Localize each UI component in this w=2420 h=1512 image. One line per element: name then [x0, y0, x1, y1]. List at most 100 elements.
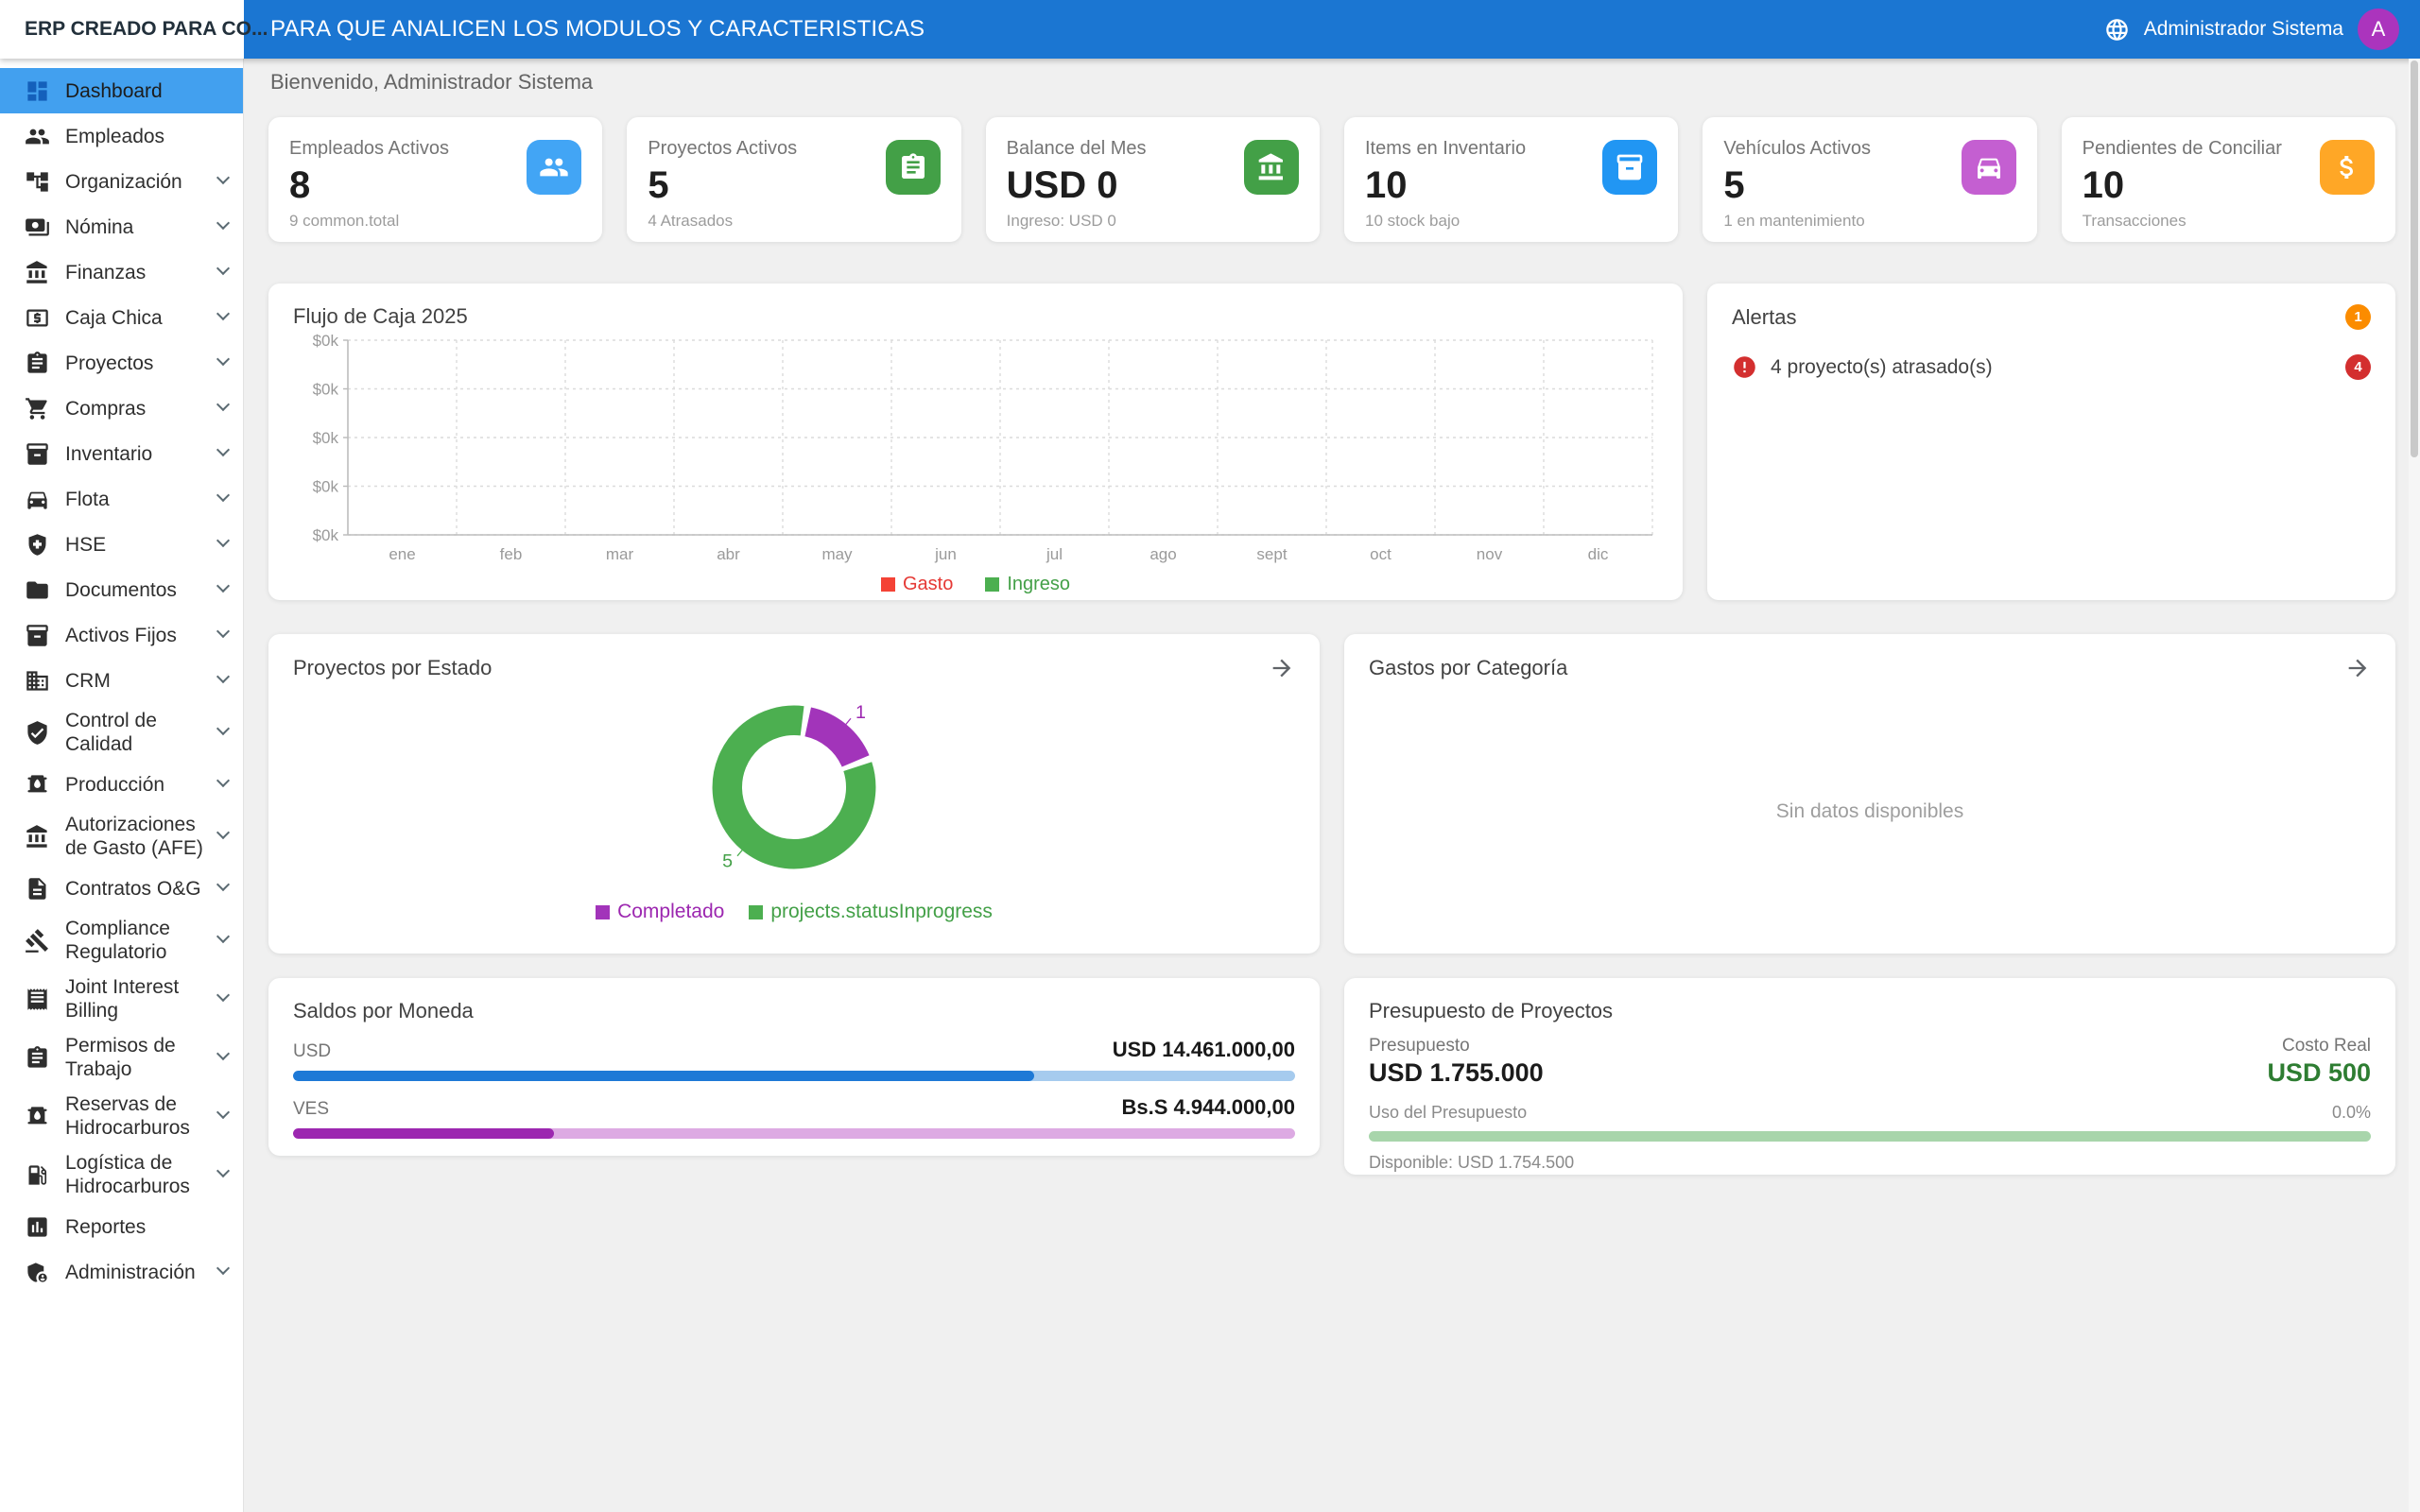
- chevron-down-icon: [218, 266, 230, 278]
- scrollbar-thumb[interactable]: [2411, 60, 2418, 457]
- oil-barrel-icon: [25, 772, 50, 798]
- inventory-icon: [25, 441, 50, 467]
- sidebar-item-logistica[interactable]: Logística de Hidrocarburos: [0, 1145, 243, 1204]
- gavel-icon: [25, 928, 50, 954]
- cashflow-title: Flujo de Caja 2025: [293, 304, 1658, 329]
- budget-amount: USD 1.755.000: [1369, 1058, 1544, 1088]
- budget-card: Presupuesto de Proyectos Presupuesto Cos…: [1344, 978, 2395, 1175]
- chevron-down-icon: [218, 727, 230, 738]
- alert-item[interactable]: 4 proyecto(s) atrasado(s) 4: [1732, 354, 2371, 380]
- sidebar-nav: Dashboard Empleados Organización Nómina …: [0, 59, 244, 1512]
- sidebar-item-inventario[interactable]: Inventario: [0, 431, 243, 476]
- clipboard-icon: [25, 1045, 50, 1071]
- legend-swatch: [985, 577, 999, 592]
- sidebar-item-jib[interactable]: Joint Interest Billing: [0, 970, 243, 1028]
- svg-text:mar: mar: [606, 545, 634, 563]
- svg-text:abr: abr: [717, 545, 740, 563]
- sidebar-item-compras[interactable]: Compras: [0, 386, 243, 431]
- kpi-card-empleados-activos: Empleados Activos 8 9 common.total: [268, 117, 602, 242]
- sidebar-item-organizacion[interactable]: Organización: [0, 159, 243, 204]
- legend-swatch: [881, 577, 895, 592]
- people-icon: [527, 140, 581, 195]
- error-icon: [1732, 354, 1757, 380]
- sidebar-item-permisos[interactable]: Permisos de Trabajo: [0, 1028, 243, 1087]
- bank-icon: [25, 260, 50, 285]
- sidebar-item-administracion[interactable]: Administración: [0, 1249, 243, 1295]
- sidebar-item-compliance[interactable]: Compliance Regulatorio: [0, 911, 243, 970]
- sidebar-item-documentos[interactable]: Documentos: [0, 567, 243, 612]
- budget-label: Presupuesto: [1369, 1036, 1470, 1057]
- alert-text: 4 proyecto(s) atrasado(s): [1771, 356, 1993, 379]
- user-avatar[interactable]: A: [2358, 9, 2399, 50]
- budget-title: Presupuesto de Proyectos: [1369, 999, 2371, 1023]
- currency-amount: Bs.S 4.944.000,00: [1122, 1095, 1295, 1120]
- language-globe-icon[interactable]: [2104, 17, 2130, 43]
- sidebar-item-flota[interactable]: Flota: [0, 476, 243, 522]
- cart-icon: [25, 396, 50, 421]
- cashflow-chart: $0k$0k$0k$0k$0kenefebmarabrmayjunjulagos…: [293, 329, 1658, 565]
- svg-text:ene: ene: [389, 545, 415, 563]
- car-icon: [1962, 140, 2016, 195]
- legend-item[interactable]: projects.statusInprogress: [749, 901, 993, 923]
- people-icon: [25, 124, 50, 149]
- chevron-down-icon: [218, 629, 230, 641]
- sidebar-item-activos-fijos[interactable]: Activos Fijos: [0, 612, 243, 658]
- svg-text:5: 5: [722, 851, 733, 872]
- sidebar-item-reservas[interactable]: Reservas de Hidrocarburos: [0, 1087, 243, 1145]
- svg-text:1: 1: [856, 702, 866, 723]
- chevron-down-icon: [218, 935, 230, 946]
- arrow-forward-icon[interactable]: [2344, 655, 2371, 681]
- app-title: ERP CREADO PARA CO...: [25, 18, 268, 41]
- legend-item[interactable]: Completado: [596, 901, 724, 923]
- page-scrollbar[interactable]: [2409, 59, 2420, 1512]
- sidebar-item-caja-chica[interactable]: Caja Chica: [0, 295, 243, 340]
- sidebar-item-contratos-og[interactable]: Contratos O&G: [0, 866, 243, 911]
- balances-card: Saldos por Moneda USD USD 14.461.000,00 …: [268, 978, 1320, 1156]
- svg-text:may: may: [821, 545, 853, 563]
- clipboard-icon: [25, 351, 50, 376]
- sidebar-item-nomina[interactable]: Nómina: [0, 204, 243, 249]
- legend-item[interactable]: Gasto: [881, 574, 953, 595]
- erp-dashboard: ERP CREADO PARA CO... PARA QUE ANALICEN …: [0, 0, 2420, 1512]
- user-name[interactable]: Administrador Sistema: [2144, 18, 2343, 41]
- sidebar-item-afe[interactable]: Autorizaciones de Gasto (AFE): [0, 807, 243, 866]
- sidebar-item-hse[interactable]: HSE: [0, 522, 243, 567]
- sidebar-item-empleados[interactable]: Empleados: [0, 113, 243, 159]
- folder-icon: [25, 577, 50, 603]
- expenses-title: Gastos por Categoría: [1369, 656, 1567, 680]
- kpi-row: Empleados Activos 8 9 common.total Proye…: [268, 117, 2395, 242]
- receipt-icon: [25, 987, 50, 1012]
- admin-shield-icon: [25, 1260, 50, 1285]
- sidebar-item-reportes[interactable]: Reportes: [0, 1204, 243, 1249]
- legend-label: Gasto: [903, 574, 953, 595]
- real-cost-label: Costo Real: [2282, 1036, 2371, 1057]
- bank-icon: [1244, 140, 1299, 195]
- svg-text:$0k: $0k: [313, 381, 339, 399]
- sidebar-item-finanzas[interactable]: Finanzas: [0, 249, 243, 295]
- usd-progress-fill: [293, 1071, 1034, 1081]
- kpi-card-balance-mes: Balance del Mes USD 0 Ingreso: USD 0: [986, 117, 1320, 242]
- chevron-down-icon: [218, 493, 230, 505]
- cashflow-legend: Gasto Ingreso: [293, 574, 1658, 595]
- row-projects-expenses: Proyectos por Estado 15 Completadoprojec…: [268, 634, 2395, 954]
- sidebar-item-produccion[interactable]: Producción: [0, 762, 243, 807]
- svg-text:jul: jul: [1046, 545, 1063, 563]
- usage-percent: 0.0%: [2332, 1103, 2371, 1123]
- sidebar-item-crm[interactable]: CRM: [0, 658, 243, 703]
- expenses-card: Gastos por Categoría Sin datos disponibl…: [1344, 634, 2395, 954]
- page-title: PARA QUE ANALICEN LOS MODULOS Y CARACTER…: [270, 16, 925, 43]
- arrow-forward-icon[interactable]: [1269, 655, 1295, 681]
- legend-item[interactable]: Ingreso: [985, 574, 1070, 595]
- main-content: Bienvenido, Administrador Sistema Emplea…: [244, 59, 2420, 1199]
- sidebar-item-proyectos[interactable]: Proyectos: [0, 340, 243, 386]
- building-icon: [25, 668, 50, 694]
- chevron-down-icon: [218, 312, 230, 323]
- currency-code: VES: [293, 1099, 329, 1120]
- svg-text:sept: sept: [1256, 545, 1287, 563]
- sidebar-item-dashboard[interactable]: Dashboard: [0, 68, 243, 113]
- chevron-down-icon: [218, 1169, 230, 1180]
- sidebar-item-control-calidad[interactable]: Control de Calidad: [0, 703, 243, 762]
- chevron-down-icon: [218, 221, 230, 232]
- svg-text:$0k: $0k: [313, 332, 339, 350]
- verified-shield-icon: [25, 720, 50, 746]
